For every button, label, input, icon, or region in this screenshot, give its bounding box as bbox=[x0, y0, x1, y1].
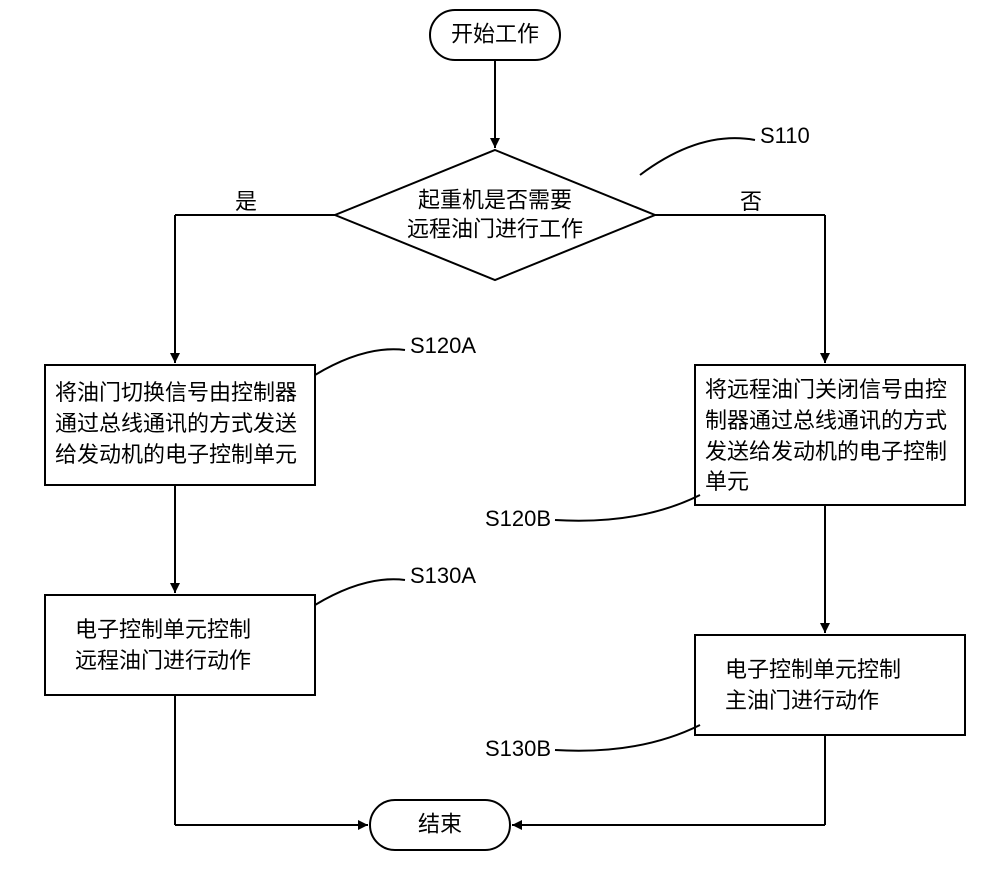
flowchart-canvas: 开始工作 起重机是否需要 远程油门进行工作 S110 是 否 将油门切换信号由控… bbox=[0, 0, 1000, 893]
callout-s110 bbox=[640, 138, 755, 175]
s130b-label: S130B bbox=[485, 735, 551, 764]
start-text: 开始工作 bbox=[451, 21, 539, 50]
callout-s120b bbox=[555, 495, 700, 521]
callout-s130b bbox=[555, 725, 700, 751]
s120a-label: S120A bbox=[410, 332, 476, 361]
s130b-text: 电子控制单元控制 主油门进行动作 bbox=[725, 655, 945, 717]
s110-label: S110 bbox=[760, 122, 810, 151]
decision-text: 起重机是否需要 远程油门进行工作 bbox=[407, 186, 583, 243]
end-text: 结束 bbox=[418, 811, 462, 840]
yes-label: 是 bbox=[235, 188, 257, 217]
s130a-label: S130A bbox=[410, 562, 476, 591]
callout-s130a bbox=[315, 579, 405, 605]
s120b-text: 将远程油门关闭信号由控 制器通过总线通讯的方式 发送给发动机的电子控制 单元 bbox=[705, 375, 955, 498]
no-label: 否 bbox=[740, 188, 762, 217]
s120a-text: 将油门切换信号由控制器 通过总线通讯的方式发送 给发动机的电子控制单元 bbox=[55, 378, 305, 470]
s120b-label: S120B bbox=[485, 505, 551, 534]
s130a-text: 电子控制单元控制 远程油门进行动作 bbox=[75, 615, 295, 677]
callout-s120a bbox=[315, 349, 405, 375]
